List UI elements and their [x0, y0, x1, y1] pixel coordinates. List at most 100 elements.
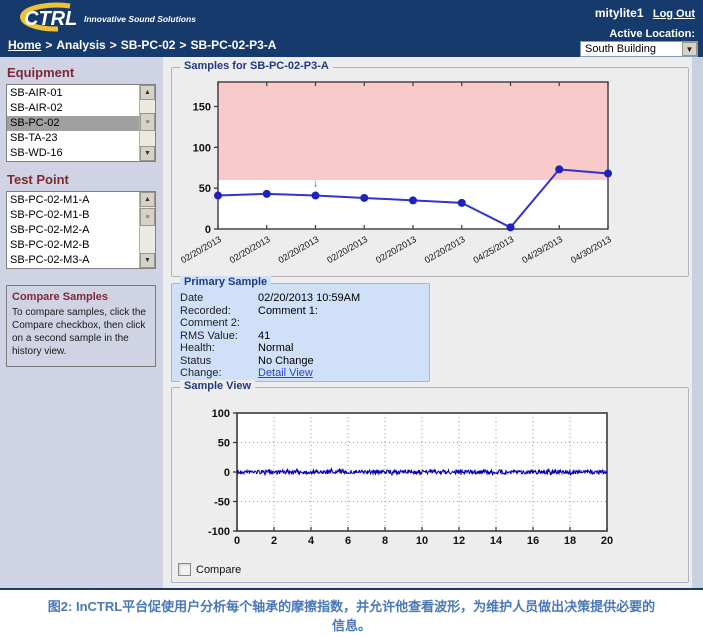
- equipment-listbox[interactable]: SB-AIR-01SB-AIR-02SB-PC-02SB-TA-23SB-WD-…: [6, 84, 156, 162]
- svg-text:18: 18: [564, 535, 576, 547]
- field-label: Recorded:: [180, 305, 258, 318]
- svg-text:100: 100: [212, 408, 230, 420]
- svg-text:16: 16: [527, 535, 539, 547]
- sample-view-title: Sample View: [180, 380, 255, 392]
- logout-link[interactable]: Log Out: [653, 8, 695, 20]
- list-item[interactable]: SB-PC-02: [7, 116, 139, 131]
- svg-text:50: 50: [218, 438, 230, 450]
- list-item[interactable]: SB-PC-02-M1-B: [7, 208, 139, 223]
- test-point-items: SB-PC-02-M1-ASB-PC-02-M1-BSB-PC-02-M2-AS…: [7, 193, 139, 268]
- compare-samples-help: Compare Samples To compare samples, clic…: [6, 285, 156, 367]
- test-point-title: Test Point: [7, 172, 157, 187]
- location-select-value: South Building: [581, 43, 682, 55]
- samples-chart[interactable]: 05010015002/20/201302/20/201302/20/20130…: [172, 68, 688, 264]
- primary-sample-row: RMS Value:41: [180, 330, 429, 343]
- list-item[interactable]: SB-PC-02-M2-B: [7, 238, 139, 253]
- main-panel: Samples for SB-PC-02-P3-A 05010015002/20…: [163, 57, 692, 588]
- sample-view-chart[interactable]: -100-5005010002468101214161820: [172, 396, 688, 554]
- field-value: 41: [258, 330, 270, 343]
- equipment-title: Equipment: [7, 65, 157, 80]
- svg-text:04/29/2013: 04/29/2013: [520, 234, 564, 264]
- list-item[interactable]: SB-TA-23: [7, 131, 139, 146]
- compare-samples-title: Compare Samples: [12, 291, 150, 303]
- svg-text:02/20/2013: 02/20/2013: [423, 234, 467, 264]
- app-header: CTRL Innovative Sound Solutions mitylite…: [0, 0, 703, 57]
- test-point-listbox[interactable]: SB-PC-02-M1-ASB-PC-02-M1-BSB-PC-02-M2-AS…: [6, 191, 156, 269]
- compare-row: Compare: [178, 563, 241, 576]
- compare-checkbox[interactable]: [178, 563, 191, 576]
- scroll-up-icon[interactable]: ▲: [140, 192, 155, 207]
- user-info: mitylite1 Log Out: [595, 6, 695, 20]
- svg-text:0: 0: [224, 467, 230, 479]
- field-label: Date: [180, 292, 258, 305]
- svg-text:8: 8: [382, 535, 388, 547]
- svg-text:02/20/2013: 02/20/2013: [179, 234, 223, 264]
- svg-text:0: 0: [234, 535, 240, 547]
- scroll-thumb[interactable]: ≡: [140, 208, 155, 226]
- breadcrumb-separator: >: [45, 38, 52, 52]
- breadcrumb: Home>Analysis>SB-PC-02>SB-PC-02-P3-A: [8, 38, 276, 52]
- primary-sample-title: Primary Sample: [180, 276, 271, 288]
- field-value: No Change: [258, 355, 314, 368]
- svg-text:10: 10: [416, 535, 428, 547]
- ctrl-logo: CTRL Innovative Sound Solutions: [6, 2, 226, 34]
- compare-checkbox-label: Compare: [196, 564, 241, 576]
- list-item[interactable]: SB-WD-16: [7, 146, 139, 161]
- compare-samples-text: To compare samples, click the Compare ch…: [12, 306, 150, 358]
- primary-sample-row: Date02/20/2013 10:59AM: [180, 292, 429, 305]
- logo-tagline-text: Innovative Sound Solutions: [84, 14, 196, 24]
- figure-caption: 图2: InCTRL平台促使用户分析每个轴承的摩擦指数，并允许他查看波形，为维护…: [42, 598, 662, 636]
- svg-text:6: 6: [345, 535, 351, 547]
- svg-text:50: 50: [199, 183, 211, 195]
- logo-brand-text: CTRL: [24, 8, 77, 30]
- caption-area: 图2: InCTRL平台促使用户分析每个轴承的摩擦指数，并允许他查看波形，为维护…: [0, 590, 703, 636]
- svg-text:↓: ↓: [313, 179, 318, 190]
- primary-sample-row: Change:Detail View: [180, 367, 429, 380]
- breadcrumb-item: Analysis: [56, 38, 105, 52]
- primary-sample-panel: Primary Sample Date02/20/2013 10:59AMRec…: [171, 283, 430, 382]
- svg-text:02/20/2013: 02/20/2013: [276, 234, 320, 264]
- detail-view-link[interactable]: Detail View: [258, 367, 313, 380]
- svg-text:04/25/2013: 04/25/2013: [471, 234, 515, 264]
- svg-text:02/20/2013: 02/20/2013: [228, 234, 272, 264]
- scroll-down-icon[interactable]: ▼: [140, 146, 155, 161]
- active-location-label: Active Location:: [609, 28, 695, 40]
- equipment-scrollbar[interactable]: ▲ ≡ ▼: [139, 85, 155, 161]
- location-select[interactable]: South Building ▼: [580, 41, 698, 57]
- field-value: 02/20/2013 10:59AM: [258, 292, 360, 305]
- breadcrumb-item[interactable]: Home: [8, 38, 41, 52]
- page: CTRL Innovative Sound Solutions mitylite…: [0, 0, 703, 636]
- list-item[interactable]: SB-PC-02-M1-A: [7, 193, 139, 208]
- primary-sample-row: Comment 2:: [180, 317, 429, 330]
- svg-text:04/30/2013: 04/30/2013: [569, 234, 613, 264]
- field-label: Health:: [180, 342, 258, 355]
- breadcrumb-separator: >: [110, 38, 117, 52]
- list-item[interactable]: SB-PC-02-M3-A: [7, 253, 139, 268]
- scroll-up-icon[interactable]: ▲: [140, 85, 155, 100]
- sample-view-panel: Sample View -100-50050100024681012141618…: [171, 387, 689, 583]
- list-item[interactable]: SB-AIR-02: [7, 101, 139, 116]
- samples-panel-title: Samples for SB-PC-02-P3-A: [180, 60, 333, 72]
- test-point-scrollbar[interactable]: ▲ ≡ ▼: [139, 192, 155, 268]
- list-item[interactable]: SB-PC-02-M2-A: [7, 223, 139, 238]
- scroll-thumb[interactable]: ≡: [140, 113, 155, 131]
- primary-sample-rows: Date02/20/2013 10:59AMRecorded:Comment 1…: [180, 292, 429, 380]
- primary-sample-row: Health:Normal: [180, 342, 429, 355]
- primary-sample-row: Recorded:Comment 1:: [180, 305, 429, 318]
- svg-text:0: 0: [205, 224, 211, 236]
- breadcrumb-item: SB-PC-02-P3-A: [190, 38, 276, 52]
- breadcrumb-item: SB-PC-02: [121, 38, 176, 52]
- list-item[interactable]: SB-AIR-01: [7, 86, 139, 101]
- field-label: Comment 2:: [180, 317, 258, 330]
- chevron-down-icon[interactable]: ▼: [682, 42, 697, 56]
- svg-text:12: 12: [453, 535, 465, 547]
- primary-sample-row: StatusNo Change: [180, 355, 429, 368]
- scroll-down-icon[interactable]: ▼: [140, 253, 155, 268]
- field-value: Comment 1:: [258, 305, 318, 318]
- breadcrumb-separator: >: [179, 38, 186, 52]
- sidebar: Equipment SB-AIR-01SB-AIR-02SB-PC-02SB-T…: [0, 57, 163, 588]
- content-area: Equipment SB-AIR-01SB-AIR-02SB-PC-02SB-T…: [0, 57, 703, 588]
- svg-text:-100: -100: [208, 526, 230, 538]
- field-label: Status: [180, 355, 258, 368]
- svg-text:14: 14: [490, 535, 503, 547]
